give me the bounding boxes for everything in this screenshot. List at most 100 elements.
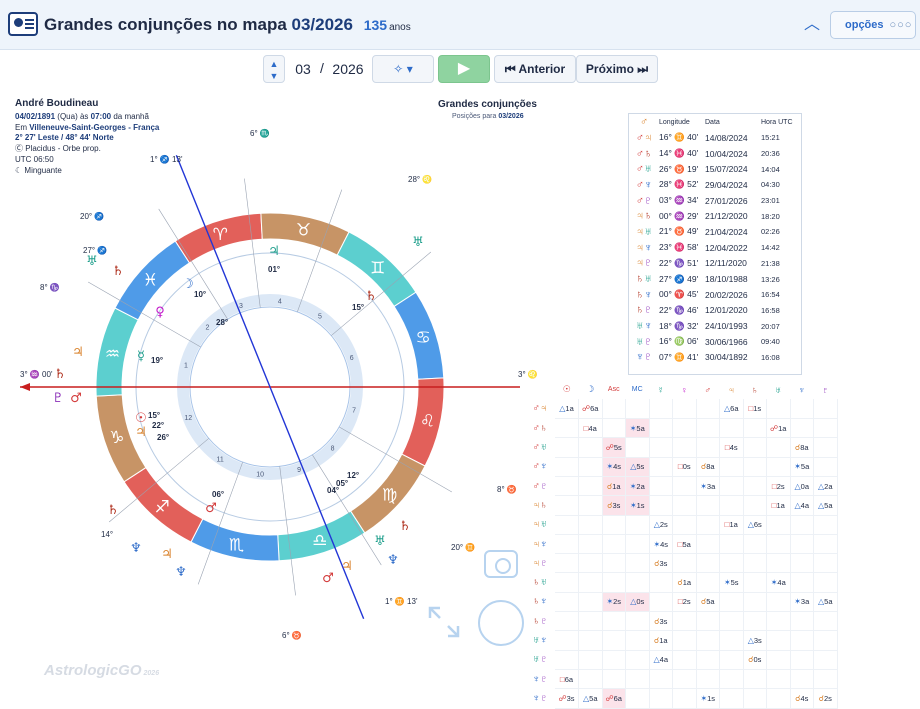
aspect-row-label: ♄♇ [532, 615, 548, 627]
options-button[interactable]: opções ○○○ [830, 11, 916, 39]
astro-wheel[interactable]: ♈ ♉♊♋♌♍♎♏♐♑♒♓1234567891011126° ♏1° ♐ 13'2… [0, 120, 540, 660]
conjunction-longitude: 21° ♉ 49' [659, 226, 699, 237]
aspect-cell[interactable]: ✶4s [602, 457, 626, 477]
play-button[interactable]: ▶ [438, 55, 490, 83]
conjunction-row[interactable]: ♂♆ 28° ♓ 52' 29/04/2024 04:30 [629, 177, 799, 193]
conjunction-row[interactable]: ♅♆ 18° ♑ 32' 24/10/1993 20:07 [629, 318, 799, 334]
year-input[interactable]: 2026 [328, 55, 368, 83]
aspect-cell [790, 534, 814, 555]
aspect-cell[interactable]: ✶2s [602, 592, 626, 613]
aspect-cell[interactable]: ☌3s [649, 553, 673, 574]
aspect-cell[interactable]: ☌1a [602, 476, 626, 497]
aspect-cell[interactable]: □4a [578, 418, 603, 439]
conjunction-row[interactable]: ♂♇ 03° ♒ 34' 27/01/2026 23:01 [629, 193, 799, 209]
aspect-cell[interactable]: □1a [766, 495, 791, 516]
aspect-cell[interactable]: ☌0s [743, 650, 767, 670]
aspect-cell[interactable]: △1a [555, 399, 579, 420]
conjunction-row[interactable]: ♂♅ 26° ♉ 19' 15/07/2024 14:04 [629, 161, 799, 177]
aspect-cell[interactable]: ✶1s [696, 688, 720, 709]
expand-icon[interactable] [426, 604, 462, 640]
aspect-cell[interactable]: △2a [813, 476, 838, 497]
aspect-cell[interactable]: ✶3a [696, 476, 720, 497]
conjunction-row[interactable]: ♃♅ 21° ♉ 49' 21/04/2024 02:26 [629, 224, 799, 240]
aspect-cell[interactable]: △5a [813, 495, 838, 516]
up-down-stepper-icon[interactable]: ▲ ▼ [263, 55, 285, 83]
aspect-cell[interactable]: ✶4s [649, 534, 673, 555]
aspect-cell[interactable]: ✶2a [625, 476, 650, 497]
month-input[interactable]: 03 [289, 55, 317, 83]
aspect-cell[interactable]: □2s [672, 592, 697, 613]
aspect-cell[interactable]: ☍6a [578, 399, 603, 420]
aspect-cell[interactable]: ☌1a [649, 630, 673, 651]
aspect-cell[interactable]: ☌2s [813, 688, 838, 709]
conjunction-row[interactable]: ♄♅ 27° ♐ 49' 18/10/1988 13:26 [629, 271, 799, 287]
aspect-cell[interactable]: ☌4s [790, 688, 814, 709]
conjunction-utc: 02:26 [761, 227, 780, 237]
aspect-cell [790, 572, 814, 593]
conjunction-longitude: 03° ♒ 34' [659, 195, 699, 206]
aspect-cell [766, 669, 791, 690]
aspect-row: ♅♆ ☌1a △3s [525, 630, 838, 651]
camera-icon[interactable] [484, 550, 518, 578]
conjunction-row[interactable]: ♃♇ 22° ♑ 51' 12/11/2020 21:38 [629, 256, 799, 272]
aspect-cell[interactable]: □0s [672, 457, 697, 477]
conjunction-planets: ♆♇ [635, 351, 653, 364]
aspect-cell[interactable]: ☌5a [696, 592, 720, 613]
sparkle-icon[interactable] [478, 600, 524, 646]
aspect-cell[interactable]: ☍3s [555, 688, 579, 709]
aspect-cell[interactable]: ☌8a [790, 437, 814, 458]
aspect-cell[interactable]: □2s [766, 476, 791, 497]
aspect-cell[interactable]: △0a [790, 476, 814, 497]
aspect-row: ♅♇ △4a ☌0s [525, 650, 838, 670]
aspect-cell[interactable]: ✶5a [625, 418, 650, 439]
aspect-cell [743, 553, 767, 574]
aspect-cell[interactable]: □6a [555, 669, 579, 690]
aspect-cell[interactable]: ✶4a [766, 572, 791, 593]
aspect-cell[interactable]: □1s [743, 399, 767, 420]
aspect-cell[interactable]: △0s [625, 592, 650, 613]
degree-label-outer: 8° ♑ [40, 282, 60, 292]
aspect-cell[interactable]: △4a [649, 650, 673, 670]
conjunction-row[interactable]: ♃♆ 23° ♓ 58' 12/04/2022 14:42 [629, 240, 799, 256]
next-button[interactable]: Próximo ⏭ [576, 55, 658, 83]
aspect-column-header: Asc [607, 386, 620, 394]
aspect-cell[interactable]: ☌8a [696, 457, 720, 477]
aspect-cell[interactable]: △5a [578, 688, 603, 709]
conjunction-row[interactable]: ♅♇ 16° ♍ 06' 30/06/1966 09:40 [629, 334, 799, 350]
aspect-cell[interactable]: ☍1a [766, 418, 791, 439]
aspect-cell[interactable]: △3s [743, 630, 767, 651]
aspect-cell [672, 650, 697, 670]
aspect-cell[interactable]: ☍5s [602, 437, 626, 458]
aspect-cell[interactable]: ☌3s [649, 611, 673, 632]
chevron-up-icon[interactable]: ︿ [800, 14, 824, 36]
aspect-cell [578, 534, 603, 555]
aspect-cell[interactable]: △4a [790, 495, 814, 516]
aspect-cell[interactable]: △6s [743, 515, 767, 535]
aspect-cell[interactable]: △5s [625, 457, 650, 477]
conjunction-longitude: 00° ♒ 29' [659, 210, 699, 221]
conjunction-row[interactable]: ♄♇ 22° ♑ 46' 12/01/2020 16:58 [629, 303, 799, 319]
aspect-cell[interactable]: ☌1a [672, 572, 697, 593]
aspect-cell[interactable]: △6a [719, 399, 744, 420]
tools-dropdown[interactable]: ✧ ▾ [372, 55, 434, 83]
conjunction-row[interactable]: ♄♆ 00° ♈ 45' 20/02/2026 16:54 [629, 287, 799, 303]
aspect-cell[interactable]: ✶1s [625, 495, 650, 516]
aspect-cell[interactable]: ✶5s [719, 572, 744, 593]
aspect-cell[interactable]: □4s [719, 437, 744, 458]
aspect-cell[interactable]: ✶3a [790, 592, 814, 613]
aspect-cell[interactable]: □1a [719, 515, 744, 535]
aspect-cell[interactable]: ☍6a [602, 688, 626, 709]
aspect-cell[interactable]: △2s [649, 515, 673, 535]
aspect-cell [672, 399, 697, 420]
aspect-cell[interactable]: ☌3s [602, 495, 626, 516]
aspect-cell[interactable]: □5a [672, 534, 697, 555]
conjunction-row[interactable]: ♂♄ 14° ♓ 40' 10/04/2024 20:36 [629, 146, 799, 162]
conjunction-row[interactable]: ♃♄ 00° ♒ 29' 21/12/2020 18:20 [629, 208, 799, 224]
conjunction-row[interactable]: ♆♇ 07° ♊ 41' 30/04/1892 16:08 [629, 350, 799, 366]
previous-button[interactable]: ⏮ Anterior [494, 55, 576, 83]
aspect-cell[interactable]: △5a [813, 592, 838, 613]
aspect-cell [578, 630, 603, 651]
aspect-cell[interactable]: ✶5a [790, 457, 814, 477]
conjunction-row[interactable]: ♂♃ 16° ♊ 40' 14/08/2024 15:21 [629, 130, 799, 146]
conjunction-date: 12/01/2020 [705, 305, 748, 316]
